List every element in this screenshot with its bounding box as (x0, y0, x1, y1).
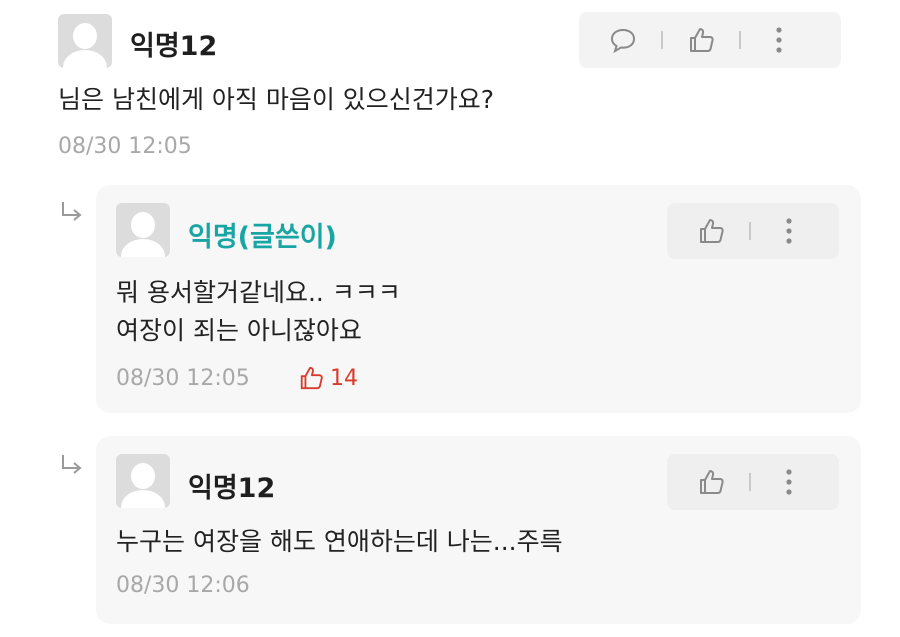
reply-toolbar (667, 454, 839, 510)
speech-bubble-icon (610, 28, 636, 53)
reply-text-line: 여장이 죄는 아니잖아요 (116, 316, 362, 345)
reply-text-line: 뭐 용서할거같네요.. ㅋㅋㅋ (116, 278, 401, 307)
comment-toolbar (579, 12, 841, 68)
thumbs-up-icon (700, 219, 724, 243)
like-button[interactable] (685, 203, 737, 259)
reply-timestamp: 08/30 12:05 (116, 366, 250, 391)
thumbs-up-icon (300, 366, 323, 390)
reply-item: 익명12 누구는 여장을 해도 연애하는데 나는...주륵 08/30 12:0… (96, 436, 861, 624)
comment-text: 님은 남친에게 아직 마음이 있으신건가요? (58, 85, 495, 114)
reply-text-line: 누구는 여장을 해도 연애하는데 나는...주륵 (116, 527, 563, 556)
like-count: 14 (298, 365, 358, 391)
more-vertical-icon (786, 218, 792, 244)
reply-toolbar (667, 203, 839, 259)
avatar[interactable] (116, 203, 170, 257)
more-options-button[interactable] (753, 12, 805, 68)
reply-button[interactable] (597, 12, 649, 68)
avatar[interactable] (116, 454, 170, 508)
comment-author[interactable]: 익명12 (130, 24, 217, 63)
thumbs-up-icon (690, 28, 714, 52)
toolbar-divider (661, 31, 663, 49)
thumbs-up-icon (700, 470, 724, 494)
comment-timestamp: 08/30 12:05 (58, 134, 192, 159)
more-vertical-icon (776, 27, 782, 53)
avatar[interactable] (58, 14, 112, 68)
reply-arrow-icon (62, 455, 82, 474)
like-button[interactable] (685, 454, 737, 510)
reply-author[interactable]: 익명(글쓴이) (188, 215, 337, 254)
more-options-button[interactable] (763, 454, 815, 510)
toolbar-divider (749, 222, 751, 240)
reply-timestamp: 08/30 12:06 (116, 573, 250, 598)
reply-arrow-icon (62, 202, 82, 221)
like-button[interactable] (675, 12, 727, 68)
toolbar-divider (749, 473, 751, 491)
more-options-button[interactable] (763, 203, 815, 259)
like-count-value: 14 (330, 365, 358, 391)
more-vertical-icon (786, 469, 792, 495)
reply-item: 익명(글쓴이) 뭐 용서할거같네요.. ㅋㅋㅋ 여장이 죄는 아니잖아요 08/… (96, 185, 861, 413)
toolbar-divider (739, 31, 741, 49)
reply-author[interactable]: 익명12 (188, 466, 275, 505)
